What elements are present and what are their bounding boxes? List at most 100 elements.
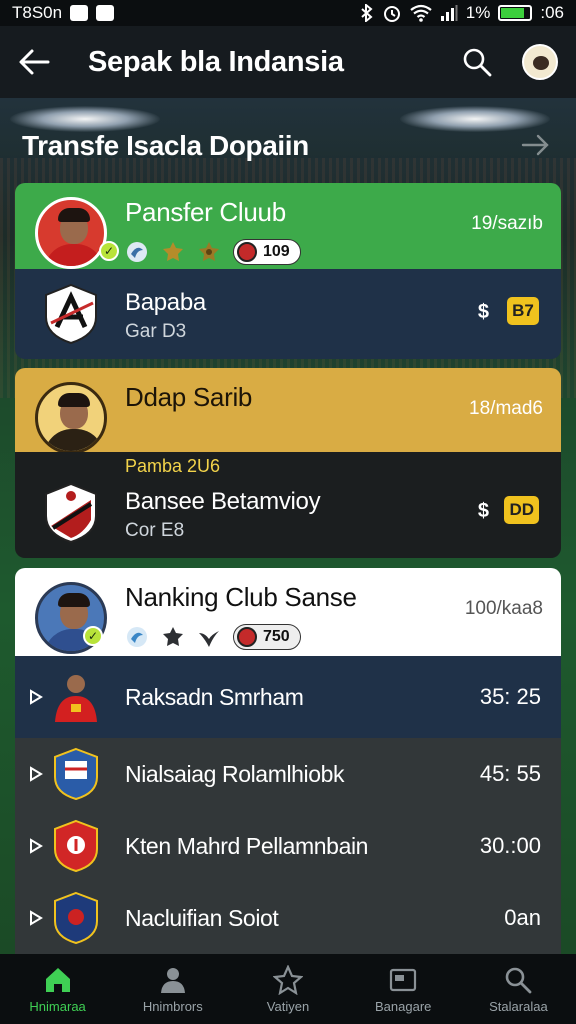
club-crest-icon xyxy=(54,819,98,873)
transfer-card-1[interactable]: ✓ Pansfer Cluub 19/sazıb 109 Bapaba Gar … xyxy=(15,183,561,359)
back-arrow-icon xyxy=(19,49,50,75)
achievement-icons: 750 xyxy=(125,624,301,650)
card-header: ✓ Nanking Club Sanse 100/kaa8 750 xyxy=(15,568,561,656)
card-title: Nanking Club Sanse xyxy=(125,582,357,612)
club-name: Banseе Betamvioy xyxy=(125,488,321,515)
nav-search[interactable]: Stalaralaa xyxy=(461,954,576,1024)
alarm-icon xyxy=(383,6,400,22)
play-icon xyxy=(30,766,43,782)
fee-badge: B7 xyxy=(507,297,539,325)
transfer-card-3[interactable]: ✓ Nanking Club Sanse 100/kaa8 750 xyxy=(15,568,561,656)
app-notification-icon xyxy=(96,5,115,21)
search-icon xyxy=(506,967,532,993)
fee-badge: DD xyxy=(504,496,539,524)
list-item-name: Nialsaiag Rolamlhiobk xyxy=(125,760,345,787)
card-title: Pansfer Cluub xyxy=(125,197,286,227)
card-detail: Bapaba Gar D3 $ B7 xyxy=(15,269,561,359)
card-icon xyxy=(390,968,417,991)
player-tag: Pamba 2U6 xyxy=(125,456,221,476)
club-name: Bapaba xyxy=(125,289,206,316)
list-item[interactable]: Nacluifian Soiot 0an xyxy=(15,882,561,954)
player-icon xyxy=(160,967,185,993)
rating-value: 109 xyxy=(263,243,290,260)
card-date: 18/mad6 xyxy=(469,398,543,419)
transfer-list: Raksadn Smrham 35: 25 Nialsaiag Rolamlhi… xyxy=(15,656,561,954)
nav-label: Vatiyen xyxy=(266,998,310,1014)
app-bar: Sepak bla Indansia xyxy=(0,26,576,98)
nav-favorites[interactable]: Vatiyen xyxy=(230,954,345,1024)
nav-cards[interactable]: Banagare xyxy=(346,954,461,1024)
clock: :06 xyxy=(540,3,564,22)
list-item-value: 35: 25 xyxy=(479,684,541,709)
list-item[interactable]: Raksadn Smrham 35: 25 xyxy=(15,656,561,738)
nav-label: Stalaralaa xyxy=(489,998,548,1014)
home-icon xyxy=(45,967,70,992)
currency-label: $ xyxy=(477,301,489,323)
player-thumb-icon xyxy=(55,675,97,722)
card-title: Ddap Sarib xyxy=(125,382,253,412)
wifi-icon xyxy=(410,4,432,22)
transfer-card-2[interactable]: Ddap Sarib 18/mad6 Pamba 2U6 Banseе Beta… xyxy=(15,368,561,558)
card-header: Ddap Sarib 18/mad6 xyxy=(15,368,561,454)
list-item[interactable]: Nialsaiag Rolamlhiobk 45: 55 xyxy=(15,738,561,810)
player-avatar xyxy=(35,382,107,454)
carrier-label: T8S0n xyxy=(12,3,63,22)
club-crest-icon xyxy=(45,482,97,544)
nav-label: Hnimbrors xyxy=(142,998,203,1014)
medal-icon xyxy=(199,242,219,261)
rating-value: 750 xyxy=(263,628,290,645)
play-icon xyxy=(30,910,43,926)
wing-icon xyxy=(127,627,147,647)
wing-icon xyxy=(127,242,147,262)
floodlight-right xyxy=(400,106,550,132)
rating-pill: 750 xyxy=(233,624,301,650)
section-title: Transfe Isacla Dopaiin xyxy=(22,130,309,161)
list-item-name: Kten Mahrd Pellamnbain xyxy=(125,832,369,859)
battery-icon xyxy=(498,5,533,21)
card-date: 100/kaa8 xyxy=(464,598,543,619)
list-item-name: Nacluifian Soiot xyxy=(125,904,279,931)
page-title: Sepak bla Indansia xyxy=(88,45,344,78)
card-date: 19/sazıb xyxy=(471,213,543,234)
currency-label: $ xyxy=(477,500,489,522)
card-detail: Pamba 2U6 Banseе Betamvioy Cor E8 $ DD xyxy=(15,452,561,558)
search-icon[interactable] xyxy=(462,47,492,77)
play-icon xyxy=(30,838,43,854)
list-item[interactable]: Kten Mahrd Pellamnbain 30.:00 xyxy=(15,810,561,882)
club-detail: Gar D3 xyxy=(125,321,187,342)
list-item-value: 45: 55 xyxy=(479,761,541,786)
nav-label: Hnimaraa xyxy=(29,998,86,1014)
trophy-icon xyxy=(163,242,183,261)
back-button[interactable] xyxy=(18,42,58,82)
signal-icon xyxy=(440,5,458,21)
club-logo-icon xyxy=(237,242,257,262)
star-icon xyxy=(273,964,303,995)
battery-percent: 1% xyxy=(465,3,491,22)
club-detail: Cor E8 xyxy=(125,520,185,541)
verified-badge-icon: ✓ xyxy=(99,241,119,261)
star-icon xyxy=(163,627,183,646)
gallery-notification-icon xyxy=(70,5,89,21)
nav-label: Banagare xyxy=(375,998,432,1014)
club-crest-icon xyxy=(54,747,98,801)
achievement-icons: 109 xyxy=(125,239,301,265)
play-icon xyxy=(30,689,43,705)
profile-avatar[interactable] xyxy=(522,44,558,80)
bird-icon xyxy=(199,631,219,647)
player-avatar xyxy=(35,197,107,269)
section-arrow-icon[interactable] xyxy=(520,130,550,160)
status-bar: T8S0n 1% :06 xyxy=(0,0,576,26)
bluetooth-icon xyxy=(361,4,373,22)
list-item-value: 30.:00 xyxy=(479,833,541,858)
nav-players[interactable]: Hnimbrors xyxy=(115,954,230,1024)
floodlight-left xyxy=(10,106,160,132)
nav-home[interactable]: Hnimaraa xyxy=(0,954,115,1024)
rating-pill: 109 xyxy=(233,239,301,265)
bottom-nav: Hnimaraa Hnimbrors Vatiyen Banagare Stal… xyxy=(0,954,576,1024)
club-crest-icon xyxy=(54,891,98,945)
verified-badge-icon: ✓ xyxy=(83,626,103,646)
list-item-name: Raksadn Smrham xyxy=(125,683,304,710)
list-item-value: 0an xyxy=(504,905,541,930)
club-logo-icon xyxy=(237,627,257,647)
card-header: ✓ Pansfer Cluub 19/sazıb 109 xyxy=(15,183,561,269)
